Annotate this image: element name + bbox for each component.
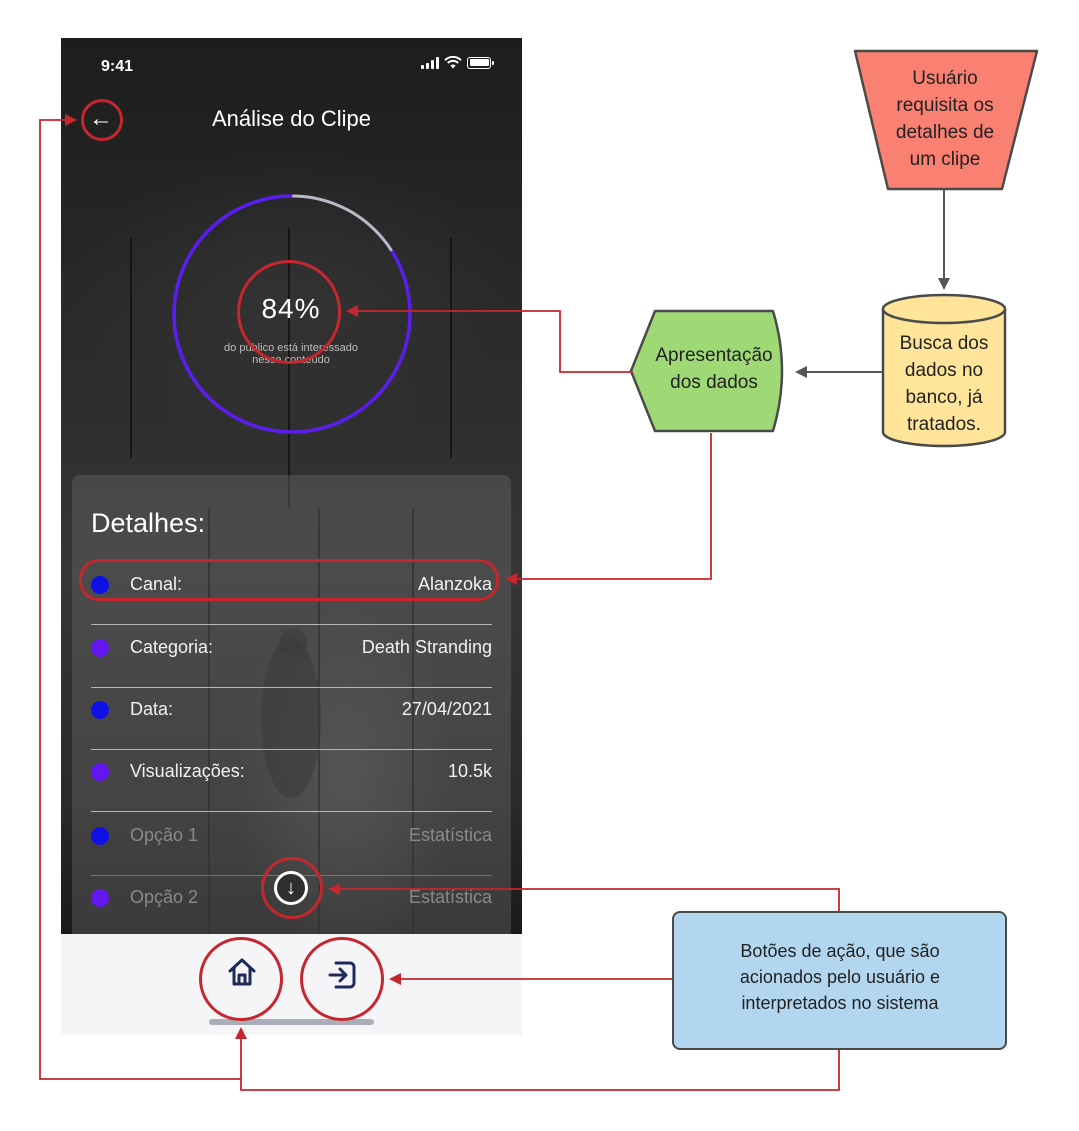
connector-home-to-back	[39, 114, 241, 1080]
label-line: acionados pelo usuário e	[739, 967, 941, 987]
label-line: Apresentação	[655, 345, 773, 366]
flow-actions-label: Botões de ação, que são acionados pelo u…	[684, 938, 996, 1016]
label-line: requisita os	[896, 95, 994, 116]
flow-database-label: Busca dos dados no banco, já tratados.	[884, 330, 1004, 438]
label-line: dos dados	[670, 372, 758, 393]
label-line: tratados.	[907, 414, 981, 435]
label-line: Busca dos	[899, 333, 989, 354]
connector-actions-to-scroll	[328, 883, 840, 911]
label-line: banco, já	[905, 387, 983, 408]
connector-display-to-canal	[505, 433, 712, 585]
connector-display-to-percent	[346, 305, 633, 373]
flow-start-label: Usuário requisita os detalhes de um clip…	[862, 65, 1028, 173]
label-line: detalhes de	[895, 122, 995, 143]
label-line: Botões de ação, que são	[740, 941, 940, 961]
label-line: Usuário	[912, 68, 978, 89]
label-line: interpretados no sistema	[741, 993, 939, 1013]
label-line: dados no	[904, 360, 984, 381]
label-line: um clipe	[909, 149, 981, 170]
flow-display-label: Apresentação dos dados	[636, 342, 792, 396]
